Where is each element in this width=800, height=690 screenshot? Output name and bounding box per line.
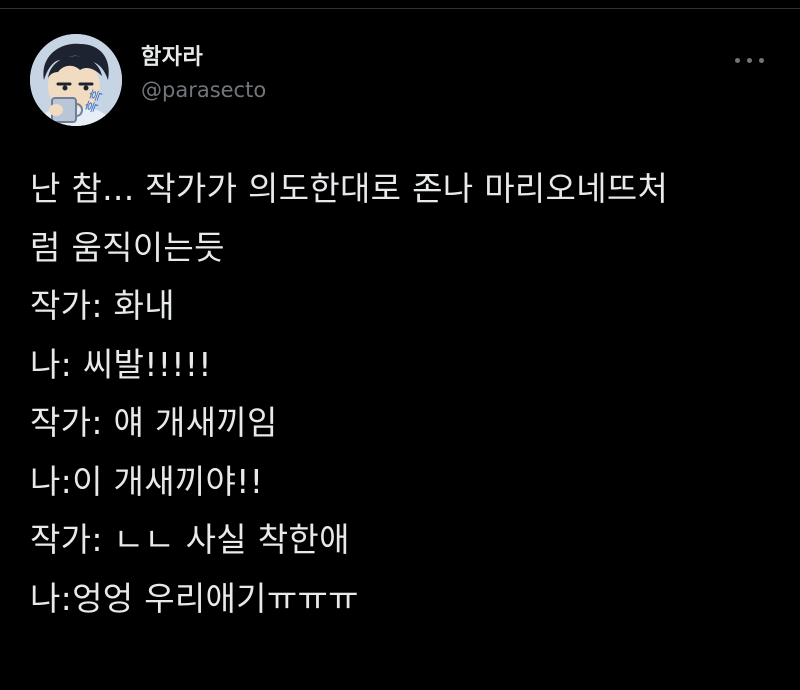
author-display-name[interactable]: 함자라 [141, 44, 266, 72]
more-options-button[interactable] [733, 50, 767, 70]
tweet-line: 난 참... 작가가 의도한대로 존나 마리오네뜨처 [30, 169, 669, 208]
more-horizontal-icon [735, 58, 740, 63]
more-horizontal-icon-dot-2 [747, 58, 752, 63]
tweet-line: 럼 움직이는듯 [30, 227, 225, 267]
top-divider [0, 8, 800, 9]
tweet-line: 작가: 화내 [30, 286, 175, 325]
tweet-line: 나: 씨발!!!!! [30, 344, 212, 384]
tweet-line: 나:이 개새끼야!! [30, 461, 264, 501]
tweet-line: 작가: 얘 개새끼임 [30, 403, 278, 442]
tweet-text: 난 참... 작가가 의도한대로 존나 마리오네뜨처 럼 움직이는듯 작가: 화… [30, 160, 780, 628]
more-horizontal-icon-dot-3 [759, 58, 764, 63]
tweet-header: 흑흑 함자라 @parasecto [30, 34, 770, 126]
avatar[interactable]: 흑흑 [30, 34, 122, 126]
tweet-line: 작가: ㄴㄴ 사실 착한애 [30, 520, 350, 559]
avatar-illustration: 흑흑 [30, 34, 122, 126]
author-info: 함자라 @parasecto [141, 44, 266, 104]
tweet-line: 나:엉엉 우리애기ㅠㅠㅠ [30, 578, 359, 618]
author-handle[interactable]: @parasecto [141, 76, 266, 104]
